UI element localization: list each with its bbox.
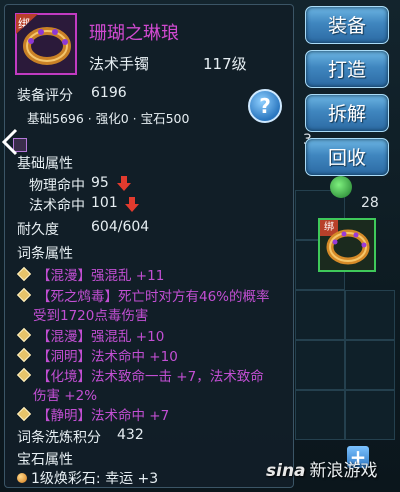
help-icon[interactable]: ? [248, 89, 282, 123]
attr-label: 法术命中 [29, 198, 85, 214]
score-label: 装备评分 [17, 88, 73, 104]
item-slot-type: 法术手镯 [89, 55, 150, 73]
base-attr-title: 基础属性 [17, 156, 73, 172]
diamond-bullet-icon [16, 327, 32, 343]
item-tooltip-panel: 绑 珊瑚之琳琅 法术手镯 117级 装备评分 6196 基础5696 · 强化0… [4, 4, 294, 488]
affix-line: 【死之鸩毒】死亡时对方有46%的概率 [16, 285, 270, 305]
affix-title: 词条属性 [17, 246, 73, 262]
down-arrow-icon [117, 176, 131, 191]
score-breakdown: 基础5696 · 强化0 · 宝石500 [27, 111, 190, 126]
refine-value: 432 [117, 427, 144, 443]
watermark-logo: sina [266, 461, 306, 481]
item-level: 117级 [203, 55, 247, 73]
recycle-button[interactable]: 回收 [305, 138, 389, 176]
bracelet-icon [326, 229, 370, 265]
attr-value: 101 [91, 195, 118, 211]
inventory-slot[interactable] [295, 290, 345, 340]
watermark-text: 新浪游戏 [309, 461, 378, 481]
diamond-bullet-icon [16, 347, 32, 363]
affix-line: 【化境】法术致命一击 +7，法术致命 [16, 365, 264, 385]
watermark: sina 新浪游戏 [266, 456, 378, 481]
craft-button[interactable]: 打造 [305, 50, 389, 88]
gem-title: 宝石属性 [17, 452, 73, 468]
durability-value: 604/604 [91, 219, 150, 235]
diamond-bullet-icon [16, 367, 32, 383]
inventory-slot[interactable] [295, 340, 345, 390]
attr-value: 95 [91, 175, 109, 191]
refine-label: 词条洗炼积分 [17, 430, 101, 446]
score-value: 6196 [91, 85, 127, 101]
herb-item-icon[interactable] [330, 176, 352, 198]
diamond-bullet-icon [16, 406, 32, 422]
diamond-bullet-icon [16, 266, 32, 282]
equip-button[interactable]: 装备 [305, 6, 389, 44]
diamond-bullet-icon [16, 287, 32, 303]
selected-inventory-slot[interactable]: 绑 [318, 218, 376, 272]
affix-line: 【洞明】法术命中 +10 [16, 345, 178, 365]
affix-line: 【静明】法术命中 +7 [16, 404, 169, 424]
inventory-slot[interactable] [345, 340, 395, 390]
item-count: 28 [361, 195, 379, 211]
attr-label: 物理命中 [29, 178, 85, 194]
down-arrow-icon [125, 197, 139, 212]
bracelet-icon [23, 27, 71, 65]
gem-line: 1级焕彩石: 幸运 +3 [17, 468, 158, 487]
affix-line: 伤害 +2% [33, 388, 98, 404]
affix-line: 受到1720点毒伤害 [33, 308, 149, 324]
inventory-slot[interactable] [345, 290, 395, 340]
dismantle-button[interactable]: 拆解 [305, 94, 389, 132]
affix-line: 【混漫】强混乱 +10 [16, 325, 164, 345]
chevron-left-icon[interactable] [0, 128, 20, 156]
inventory-slot[interactable] [345, 390, 395, 440]
item-icon-frame: 绑 [15, 13, 77, 75]
gem-icon [17, 473, 27, 483]
durability-label: 耐久度 [17, 222, 59, 238]
inventory-slot[interactable] [295, 390, 345, 440]
item-name: 珊瑚之琳琅 [89, 23, 179, 44]
affix-line: 【混漫】强混乱 +11 [16, 264, 164, 284]
